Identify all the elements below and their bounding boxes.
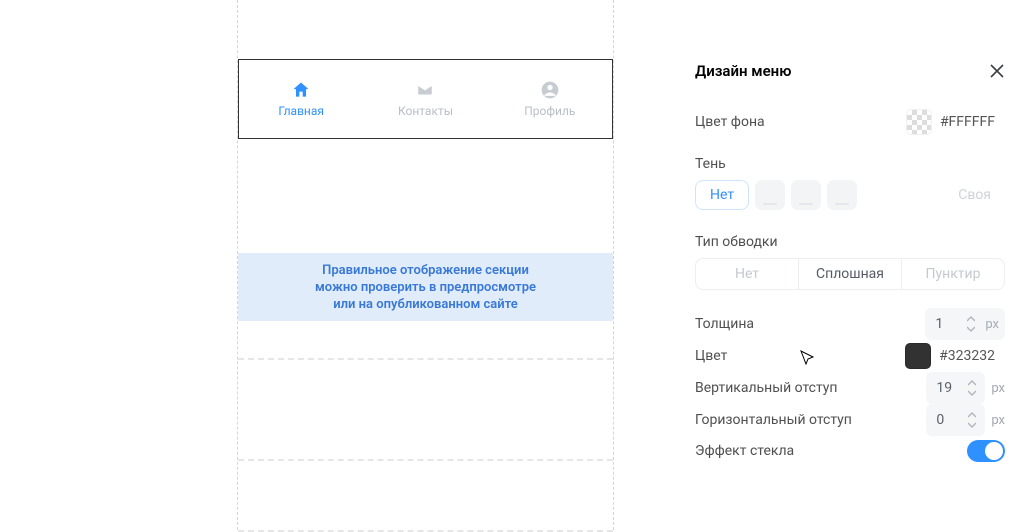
toggle-knob <box>985 442 1003 460</box>
panel-title: Дизайн меню <box>695 62 791 80</box>
stepper-down-icon[interactable] <box>965 324 977 334</box>
preview-notice-line: или на опубликованном сайте <box>333 296 518 313</box>
shadow-none-button[interactable]: Нет <box>695 180 749 210</box>
vpad-unit: px <box>991 381 1005 396</box>
shadow-label: Тень <box>695 156 1005 172</box>
stroke-color-picker[interactable]: #323232 <box>902 340 1005 372</box>
menu-item-label: Главная <box>278 104 324 118</box>
stepper-down-icon[interactable] <box>966 388 978 398</box>
shadow-preset-3[interactable] <box>827 180 857 210</box>
hpad-label: Горизонтальный отступ <box>695 412 852 428</box>
bg-color-label: Цвет фона <box>695 114 765 130</box>
glass-label: Эффект стекла <box>695 443 794 459</box>
stroke-color-label: Цвет <box>695 348 727 364</box>
stepper-up-icon[interactable] <box>966 378 978 388</box>
canvas-frame: Главная Контакты Профиль Правильное отоб… <box>237 0 614 530</box>
menu-item-home[interactable]: Главная <box>239 60 363 138</box>
thickness-value[interactable] <box>925 316 963 332</box>
bg-color-value: #FFFFFF <box>940 114 995 130</box>
menu-widget[interactable]: Главная Контакты Профиль <box>238 59 613 139</box>
vpad-label: Вертикальный отступ <box>695 380 838 396</box>
user-circle-icon <box>540 81 560 99</box>
hpad-input[interactable] <box>926 404 985 436</box>
shadow-preset-1[interactable] <box>755 180 785 210</box>
stepper-up-icon[interactable] <box>966 410 978 420</box>
stroke-solid-option[interactable]: Сплошная <box>798 259 901 289</box>
stepper-down-icon[interactable] <box>966 420 978 430</box>
stroke-dashed-option[interactable]: Пунктир <box>901 259 1004 289</box>
preview-notice-line: Правильное отображение секции <box>322 262 529 279</box>
vpad-input[interactable] <box>926 372 985 404</box>
stroke-type-segmented: Нет Сплошная Пунктир <box>695 258 1005 290</box>
design-panel: Дизайн меню Цвет фона #FFFFFF Тень Нет С… <box>670 40 1030 530</box>
vpad-value[interactable] <box>926 380 964 396</box>
glass-toggle[interactable] <box>967 440 1005 462</box>
hpad-unit: px <box>991 413 1005 428</box>
section-separator <box>238 459 613 461</box>
section-preview-notice: Правильное отображение секции можно пров… <box>238 253 613 321</box>
thickness-input[interactable]: px <box>925 308 1005 340</box>
shadow-custom-button[interactable]: Своя <box>944 180 1005 210</box>
menu-item-profile[interactable]: Профиль <box>488 60 612 138</box>
stroke-type-label: Тип обводки <box>695 234 1005 250</box>
stroke-color-value: #323232 <box>939 348 995 364</box>
thickness-label: Толщина <box>695 316 754 332</box>
envelope-icon <box>415 81 435 99</box>
menu-item-label: Профиль <box>524 104 575 118</box>
transparent-swatch-icon <box>906 109 932 135</box>
shadow-preset-2[interactable] <box>791 180 821 210</box>
bg-color-picker[interactable]: #FFFFFF <box>903 106 1005 138</box>
shadow-options: Нет Своя <box>695 180 1005 210</box>
menu-item-label: Контакты <box>398 104 453 118</box>
stepper-up-icon[interactable] <box>965 314 977 324</box>
stroke-none-option[interactable]: Нет <box>696 259 798 289</box>
thickness-unit: px <box>981 317 1005 332</box>
close-button[interactable] <box>989 63 1005 79</box>
home-icon <box>291 81 311 99</box>
menu-item-contacts[interactable]: Контакты <box>363 60 487 138</box>
section-separator <box>238 358 613 360</box>
hpad-value[interactable] <box>926 412 964 428</box>
preview-notice-line: можно проверить в предпросмотре <box>315 279 536 296</box>
color-swatch-icon <box>905 343 931 369</box>
page-content: Главная Контакты Профиль Правильное отоб… <box>237 0 614 530</box>
